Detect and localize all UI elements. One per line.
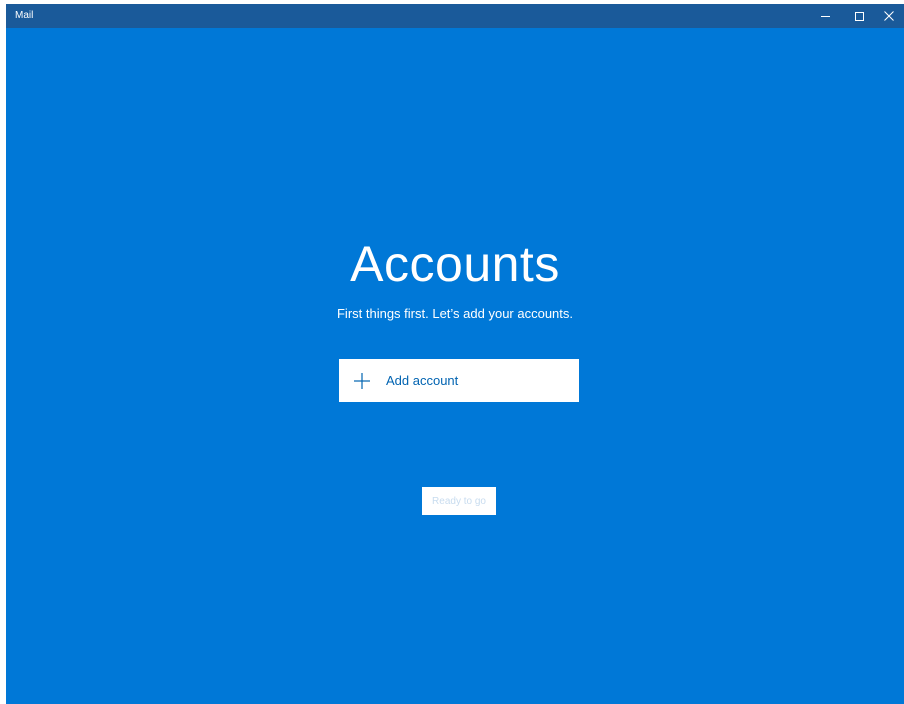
close-icon [884, 11, 894, 21]
close-button[interactable] [872, 4, 904, 28]
mail-window: Mail Accounts First things first. Let’s … [6, 4, 904, 704]
page-subtitle: First things first. Let’s add your accou… [336, 306, 574, 321]
maximize-icon [854, 11, 864, 21]
page-title: Accounts [350, 236, 560, 292]
app-title: Mail [15, 10, 34, 21]
plus-icon [353, 372, 371, 390]
minimize-icon [820, 15, 830, 17]
setup-content: Accounts First things first. Let’s add y… [6, 28, 904, 704]
title-bar[interactable]: Mail [6, 4, 904, 28]
minimize-button[interactable] [808, 4, 842, 28]
add-account-button[interactable]: Add account [339, 359, 579, 402]
maximize-button[interactable] [842, 4, 876, 28]
add-account-label: Add account [386, 372, 459, 388]
ready-to-go-button[interactable]: Ready to go [422, 487, 496, 515]
